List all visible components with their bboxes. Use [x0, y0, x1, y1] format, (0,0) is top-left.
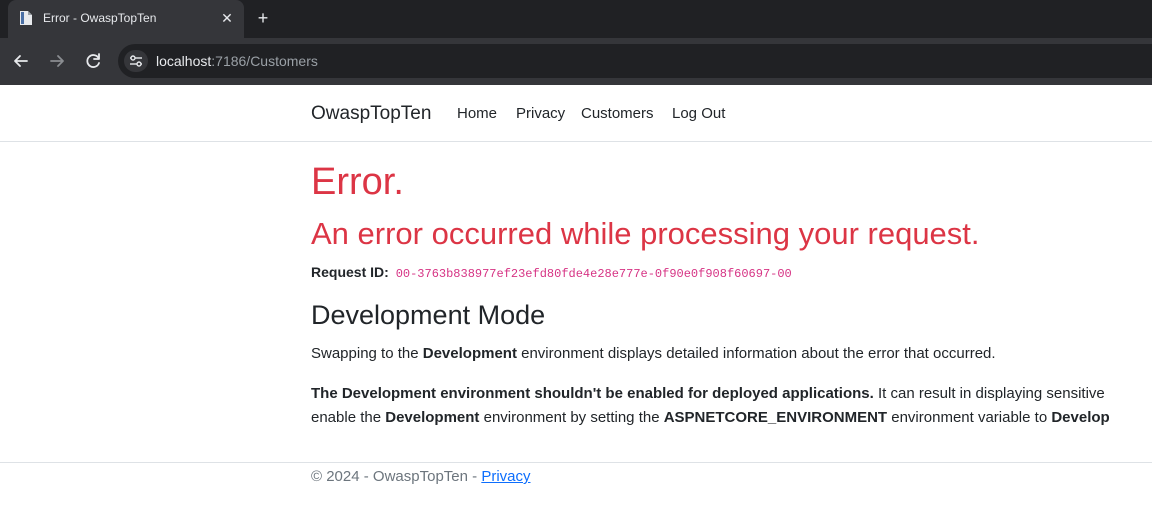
footer-text: © 2024 - OwaspTopTen - Privacy	[311, 468, 531, 485]
tab-strip: Error - OwaspTopTen ✕ +	[0, 0, 1152, 38]
tab-title: Error - OwaspTopTen	[43, 11, 157, 25]
copyright-text: © 2024 - OwaspTopTen -	[311, 468, 482, 485]
p3-text-f: Develop	[1051, 409, 1110, 426]
tune-icon	[130, 55, 142, 67]
error-subtitle: An error occurred while processing your …	[311, 216, 980, 251]
browser-tab[interactable]: Error - OwaspTopTen ✕	[8, 0, 244, 38]
p1-text-a: Swapping to the	[311, 345, 423, 362]
error-title: Error.	[311, 161, 404, 203]
nav-link-privacy[interactable]: Privacy	[516, 105, 565, 122]
nav-link-customers[interactable]: Customers	[581, 105, 654, 122]
site-info-button[interactable]	[124, 50, 148, 72]
request-id-row: Request ID: 00-3763b838977ef23efd80fde4e…	[311, 264, 792, 281]
nav-link-logout[interactable]: Log Out	[672, 105, 725, 122]
browser-toolbar: localhost:7186/Customers	[0, 38, 1152, 85]
nav-link-home[interactable]: Home	[457, 105, 497, 122]
site-navbar: OwaspTopTen Home Privacy Customers Log O…	[0, 85, 1152, 142]
p2-warning: The Development environment shouldn't be…	[311, 385, 874, 402]
p3-text-e: environment variable to	[887, 409, 1052, 426]
development-mode-heading: Development Mode	[311, 300, 546, 330]
page-content: OwaspTopTen Home Privacy Customers Log O…	[0, 85, 1152, 509]
address-bar[interactable]: localhost:7186/Customers	[118, 44, 1152, 78]
new-tab-icon[interactable]: +	[253, 8, 273, 28]
site-footer: © 2024 - OwaspTopTen - Privacy	[0, 462, 1152, 510]
request-id-label: Request ID:	[311, 264, 389, 280]
back-icon[interactable]	[10, 50, 32, 72]
url-text: localhost:7186/Customers	[156, 53, 318, 69]
url-host: localhost	[156, 53, 212, 69]
dev-paragraph-3: enable the Development environment by se…	[311, 409, 1110, 426]
footer-privacy-link[interactable]: Privacy	[481, 468, 530, 485]
url-path: :7186/Customers	[211, 53, 318, 69]
p3-text-b: Development	[385, 409, 480, 426]
p1-text-c: environment displays detailed informatio…	[516, 345, 996, 362]
dev-paragraph-1: Swapping to the Development environment …	[311, 345, 996, 362]
p1-text-b: Development	[422, 345, 517, 362]
p3-text-d: ASPNETCORE_ENVIRONMENT	[663, 409, 888, 426]
p3-text-c: environment by setting the	[479, 409, 664, 426]
reload-icon[interactable]	[82, 50, 104, 72]
request-id-value: 00-3763b838977ef23efd80fde4e28e777e-0f90…	[395, 267, 792, 281]
p2-text: It can result in displaying sensitive	[873, 385, 1105, 402]
dev-paragraph-2: The Development environment shouldn't be…	[311, 385, 1105, 402]
p3-text-a: enable the	[311, 409, 386, 426]
close-tab-icon[interactable]: ✕	[218, 9, 236, 27]
forward-icon[interactable]	[46, 50, 68, 72]
page-icon	[20, 11, 32, 25]
brand-link[interactable]: OwaspTopTen	[311, 103, 431, 125]
